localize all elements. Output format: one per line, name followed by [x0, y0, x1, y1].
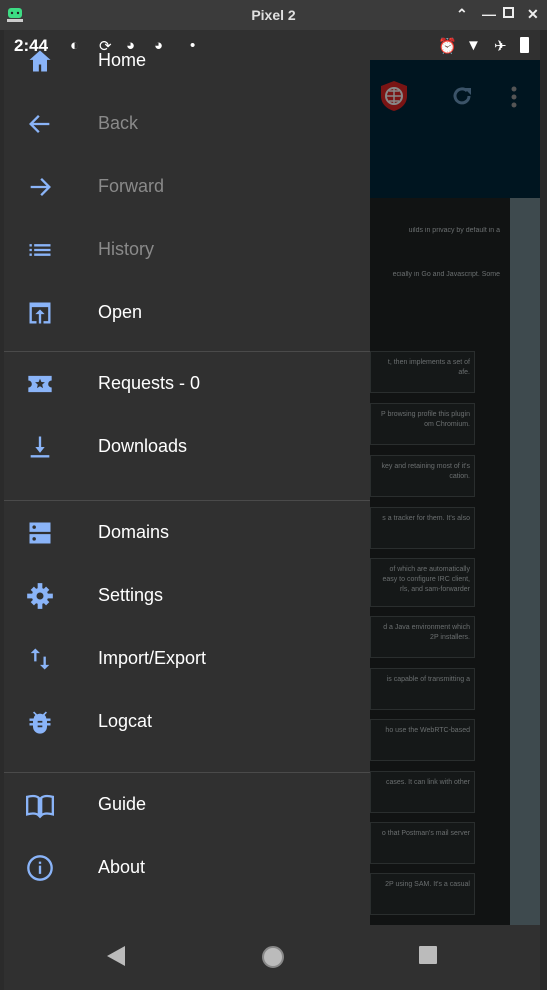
drawer-item-label: About: [98, 857, 146, 877]
drawer-item-requests-0[interactable]: Requests - 0: [4, 352, 370, 415]
bug-icon: [26, 708, 54, 736]
page-card[interactable]: of which are automatically easy to config…: [370, 558, 475, 607]
drawer-item-forward[interactable]: Forward: [4, 155, 370, 218]
gear-icon: [26, 582, 54, 610]
card-text: afe.: [458, 369, 470, 376]
page-card[interactable]: t, then implements a set of afe.: [370, 351, 475, 393]
dns-icon: [26, 519, 54, 547]
sync-icon: ⟳: [99, 38, 112, 55]
drawer-item-guide[interactable]: Guide: [4, 773, 370, 836]
ticket-star-icon: [26, 370, 54, 398]
page-text: ecially in Go and Javascript. Some: [392, 271, 500, 278]
info-icon: [26, 854, 54, 882]
page-card[interactable]: 2P using SAM. It's a casual: [370, 873, 475, 915]
drawer-item-label: Settings: [98, 585, 164, 605]
notification-icon: ◐: [70, 37, 80, 54]
recents-nav-button[interactable]: [418, 945, 438, 965]
app-icon: ◕: [126, 37, 136, 54]
page-card[interactable]: is capable of transmitting a: [370, 668, 475, 710]
wifi-icon: ▼: [466, 37, 481, 54]
drawer-item-label: Logcat: [98, 711, 153, 731]
alarm-icon: ⏰: [438, 38, 457, 55]
navigation-drawer: Home Back Forward History Open Requests - 0 Do…: [4, 30, 370, 925]
drawer-item-history[interactable]: History: [4, 218, 370, 281]
airplane-icon: ✈: [494, 38, 507, 55]
card-text: cation.: [449, 473, 470, 480]
page-text: uilds in privacy by default in a: [408, 227, 500, 234]
drawer-item-logcat[interactable]: Logcat: [4, 690, 370, 753]
card-text: rls, and sam-forwarder: [399, 586, 470, 593]
open-in-browser-icon: [26, 299, 54, 327]
drawer-item-label: Back: [98, 113, 139, 133]
shield-globe-icon[interactable]: [380, 80, 408, 112]
card-text: cases. It can link with other: [385, 779, 470, 786]
book-icon: [26, 791, 54, 819]
battery-icon: [520, 37, 529, 53]
home-nav-button[interactable]: [261, 945, 285, 969]
card-text: easy to configure IRC client,: [382, 576, 470, 583]
background-browser-page: uilds in privacy by default in a ecially…: [370, 60, 540, 955]
collapse-icon[interactable]: ⌃: [456, 6, 468, 23]
card-text: t, then implements a set of: [387, 359, 470, 366]
drawer-item-label: Domains: [98, 522, 170, 542]
page-card[interactable]: o that Postman's mail server: [370, 822, 475, 864]
drawer-item-label: Requests - 0: [98, 373, 201, 393]
page-card[interactable]: cases. It can link with other: [370, 771, 475, 813]
page-card[interactable]: P browsing profile this plugin om Chromiu…: [370, 403, 475, 445]
page-card[interactable]: d a Java environment which 2P installers.: [370, 616, 475, 658]
card-text: o that Postman's mail server: [381, 830, 470, 837]
drawer-item-label: Guide: [98, 794, 147, 814]
drawer-item-back[interactable]: Back: [4, 92, 370, 155]
back-nav-button[interactable]: [106, 945, 126, 967]
card-text: ho use the WebRTC-based: [385, 727, 470, 734]
page-card[interactable]: key and retaining most of it's cation.: [370, 455, 475, 497]
status-time: 2:44: [14, 36, 49, 55]
drawer-item-label: Import/Export: [98, 648, 207, 668]
drawer-item-domains[interactable]: Domains: [4, 501, 370, 564]
minimize-button[interactable]: —: [482, 6, 496, 22]
card-text: om Chromium.: [424, 421, 470, 428]
card-text: P browsing profile this plugin: [381, 411, 470, 418]
card-text: s a tracker for them. It's also: [382, 515, 470, 522]
app-icon: ◕: [154, 37, 164, 54]
dot-icon: •: [190, 37, 196, 54]
drawer-item-label: Open: [98, 302, 143, 322]
card-text: d a Java environment which: [383, 624, 470, 631]
browser-app-bar: [370, 60, 540, 198]
card-text: 2P installers.: [430, 634, 470, 641]
drawer-item-open[interactable]: Open: [4, 281, 370, 344]
more-vert-icon[interactable]: [510, 85, 518, 109]
drawer-item-label: Downloads: [98, 436, 188, 456]
page-card[interactable]: s a tracker for them. It's also: [370, 507, 475, 549]
maximize-button[interactable]: [503, 7, 514, 18]
status-bar: 2:44 ◐ ⟳ ◕ ◕ • ⏰ ▼ ✈: [4, 30, 540, 60]
navigation-bar: [4, 925, 540, 990]
import-export-icon: [26, 645, 54, 673]
drawer-item-downloads[interactable]: Downloads: [4, 415, 370, 478]
card-text: key and retaining most of it's: [381, 463, 471, 470]
card-text: of which are automatically: [389, 566, 470, 573]
page-scrollbar[interactable]: [510, 198, 540, 925]
refresh-icon[interactable]: [450, 84, 474, 108]
window-titlebar: Pixel 2 ⌃ — ✕: [0, 0, 547, 30]
drawer-item-label: Forward: [98, 176, 165, 196]
device-screen: uilds in privacy by default in a ecially…: [4, 30, 540, 990]
list-icon: [26, 236, 54, 264]
download-icon: [26, 433, 54, 461]
drawer-item-label: History: [98, 239, 155, 259]
close-button[interactable]: ✕: [527, 6, 539, 23]
drawer-item-import-export[interactable]: Import/Export: [4, 627, 370, 690]
arrow-forward-icon: [26, 173, 54, 201]
card-text: 2P using SAM. It's a casual: [385, 881, 470, 888]
drawer-item-settings[interactable]: Settings: [4, 564, 370, 627]
arrow-back-icon: [26, 110, 54, 138]
card-text: is capable of transmitting a: [386, 676, 470, 683]
page-card[interactable]: ho use the WebRTC-based: [370, 719, 475, 761]
drawer-item-about[interactable]: About: [4, 836, 370, 899]
